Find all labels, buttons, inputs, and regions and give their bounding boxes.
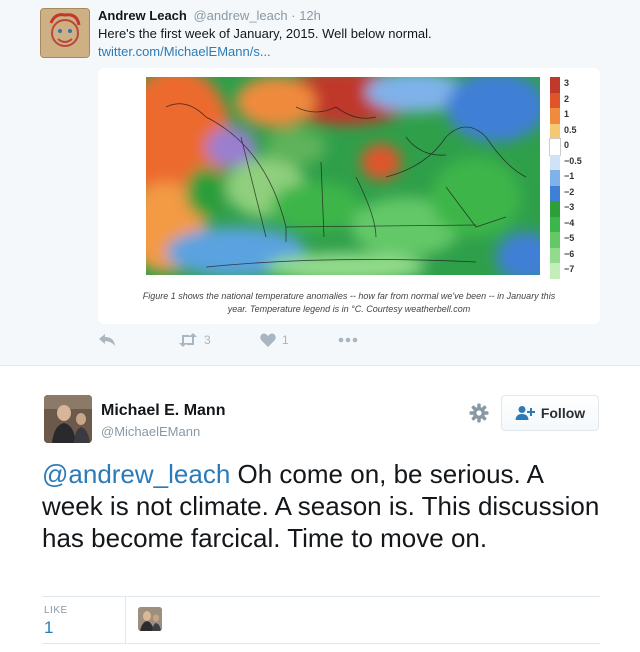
legend-swatch: [550, 232, 560, 248]
legend-swatch: [550, 108, 560, 124]
liker-avatar[interactable]: [138, 607, 162, 631]
map-caption-line-2: year. Temperature legend is in °C. Court…: [227, 304, 471, 314]
map-caption: Figure 1 shows the national temperature …: [104, 290, 594, 316]
like-stat-count[interactable]: 1: [44, 618, 53, 638]
add-user-icon: [515, 406, 535, 420]
legend-label: −3: [564, 202, 575, 212]
legend-label: −6: [564, 248, 575, 259]
retweet-icon: [179, 333, 197, 347]
legend-swatch: [550, 201, 560, 217]
legend-swatch: [550, 154, 560, 170]
legend-swatch: [550, 247, 560, 263]
legend-label: 0: [564, 140, 570, 150]
legend-swatch: [550, 170, 560, 186]
author-handle[interactable]: @MichaelEMann: [101, 424, 200, 439]
legend-label: 0.5: [564, 124, 577, 135]
stats-divider: [125, 597, 126, 643]
follow-label: Follow: [540, 405, 586, 421]
legend-label: −2: [564, 186, 575, 197]
quoted-tweet-header: Andrew Leach @andrew_leach · 12h: [98, 8, 321, 23]
quoted-tweet-text: Here's the first week of January, 2015. …: [98, 26, 432, 41]
heart-icon: [260, 333, 276, 347]
legend-label: −7: [564, 264, 575, 274]
legend-label: 3: [564, 78, 570, 88]
michael-mann-avatar[interactable]: [44, 395, 92, 443]
author-name[interactable]: Michael E. Mann: [101, 402, 225, 420]
retweet-count: 3: [204, 333, 211, 347]
legend-label: −0.5: [564, 155, 582, 166]
legend-label: −5: [564, 233, 575, 243]
legend-swatch: [550, 185, 560, 201]
temperature-anomaly-map[interactable]: [146, 77, 540, 275]
like-stat-label: LIKE: [44, 605, 68, 616]
like-count-quoted: 1: [282, 333, 289, 347]
legend-swatch: [550, 263, 560, 279]
reply-button[interactable]: [98, 333, 116, 347]
map-caption-line-1: Figure 1 shows the national temperature …: [142, 291, 556, 301]
temperature-legend: 3 2 1 0.5 0 −0.5 −1 −2 −3 −4 −5 −6 −7: [549, 77, 594, 279]
legend-label: 1: [564, 109, 570, 119]
legend-swatch: [550, 216, 560, 232]
follow-button[interactable]: Follow: [501, 395, 599, 431]
legend-swatch: [550, 123, 560, 139]
gear-icon[interactable]: [468, 402, 490, 424]
more-dots-icon: [338, 337, 358, 343]
reply-icon: [99, 334, 115, 346]
tweet-text: @andrew_leach Oh come on, be serious. A …: [42, 458, 607, 554]
quoted-tweet[interactable]: Andrew Leach @andrew_leach · 12h Here's …: [0, 0, 640, 366]
andrew-leach-avatar[interactable]: [40, 8, 90, 58]
legend-label: 2: [564, 93, 570, 104]
like-button[interactable]: 1: [260, 333, 289, 347]
mention-link[interactable]: @andrew_leach: [42, 459, 230, 489]
media-card[interactable]: 3 2 1 0.5 0 −0.5 −1 −2 −3 −4 −5 −6 −7 Figure 1 shows…: [98, 68, 600, 324]
retweet-button[interactable]: 3: [178, 333, 211, 347]
legend-label: −1: [564, 171, 575, 181]
legend-swatch: [549, 138, 561, 156]
tweet-stats: LIKE 1: [42, 596, 600, 644]
quoted-author-handle[interactable]: @andrew_leach: [193, 8, 287, 23]
legend-swatch: [550, 92, 560, 108]
quoted-author-name[interactable]: Andrew Leach: [98, 8, 187, 23]
legend-label: −4: [564, 217, 575, 228]
more-button[interactable]: [338, 337, 358, 343]
quoted-tweet-link[interactable]: twitter.com/MichaelEMann/s...: [98, 44, 271, 59]
legend-swatch: [550, 77, 560, 93]
quoted-timestamp[interactable]: · 12h: [291, 8, 321, 23]
